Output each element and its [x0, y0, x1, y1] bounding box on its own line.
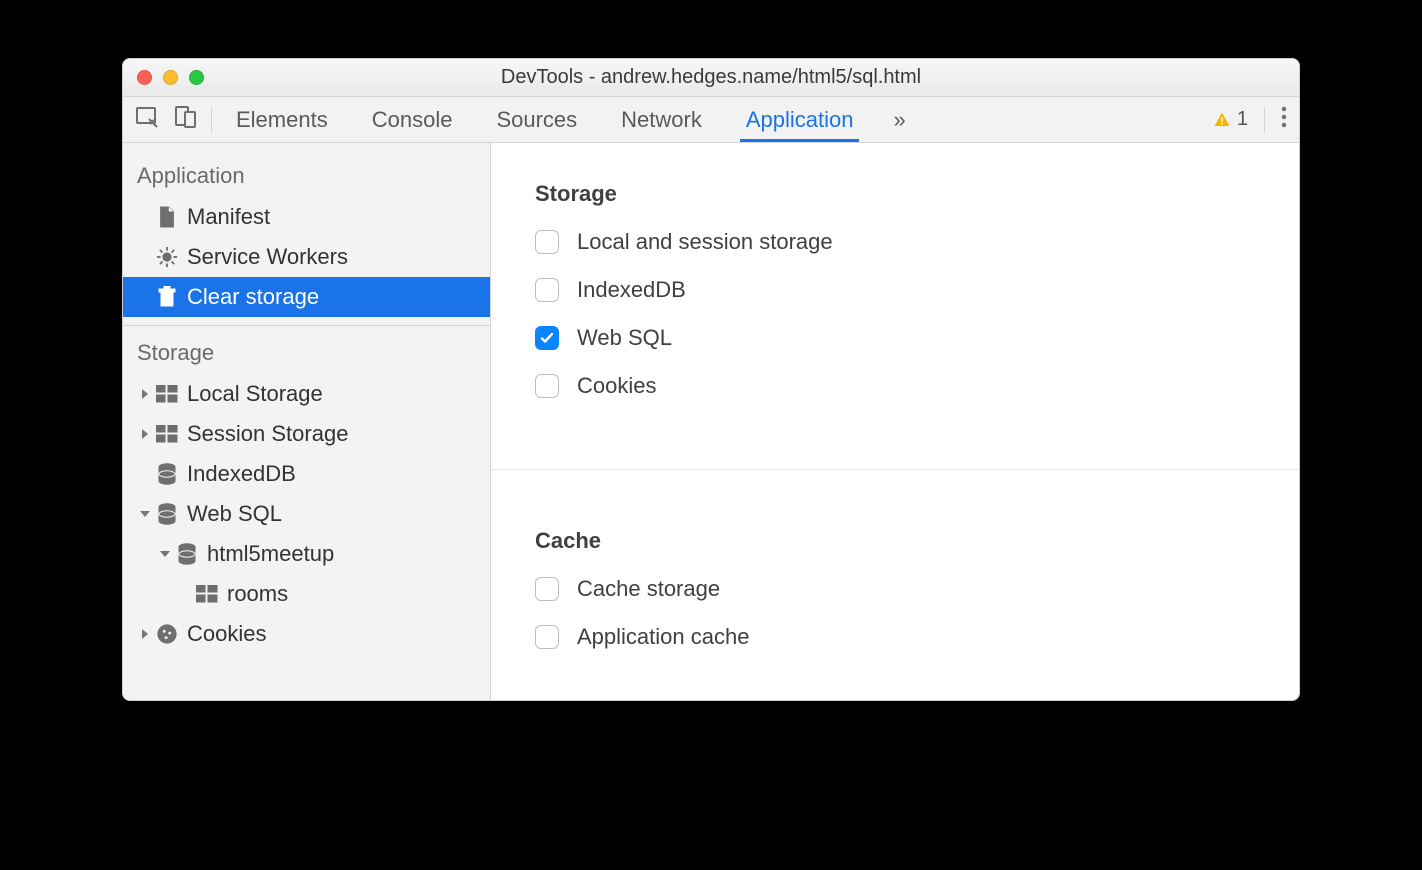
tab-application[interactable]: Application [746, 97, 854, 142]
check-cache-storage-label: Cache storage [577, 576, 720, 602]
device-toolbar-icon[interactable] [173, 105, 197, 135]
check-websql-row: Web SQL [535, 325, 1255, 351]
tree-item-label: IndexedDB [187, 461, 296, 487]
chevron-down-icon [137, 509, 153, 519]
tree-item-label: Web SQL [187, 501, 282, 527]
separator [1264, 107, 1265, 133]
chevron-right-icon [137, 429, 153, 439]
chevron-right-icon [137, 389, 153, 399]
tree-item-label: html5meetup [207, 541, 334, 567]
titlebar: DevTools - andrew.hedges.name/html5/sql.… [123, 59, 1299, 97]
check-indexeddb[interactable] [535, 278, 559, 302]
gear-icon [153, 246, 181, 268]
check-local-session-row: Local and session storage [535, 229, 1255, 255]
tree-item-label: Manifest [187, 204, 270, 230]
tab-elements[interactable]: Elements [236, 97, 328, 142]
tree-item-label: Service Workers [187, 244, 348, 270]
devtools-tabbar: Elements Console Sources Network Application… [123, 97, 1299, 143]
sidebar-item-rooms[interactable]: rooms [123, 574, 490, 614]
db-icon [153, 463, 181, 485]
check-cache-storage[interactable] [535, 577, 559, 601]
tabs-overflow-button[interactable]: » [893, 97, 905, 142]
tree-item-label: Session Storage [187, 421, 348, 447]
grid-icon [153, 425, 181, 443]
panel-heading-cache: Cache [535, 528, 1255, 554]
window-title: DevTools - andrew.hedges.name/html5/sql.… [123, 66, 1299, 89]
main-panel: Storage Local and session storage IndexedD… [491, 143, 1299, 700]
tree-item-label: Clear storage [187, 284, 319, 310]
chevron-right-icon [137, 629, 153, 639]
sidebar-item-cookies[interactable]: Cookies [123, 614, 490, 654]
traffic-lights [123, 70, 218, 85]
check-app-cache-row: Application cache [535, 624, 1255, 650]
sidebar-item-html5meetup[interactable]: html5meetup [123, 534, 490, 574]
check-cookies-label: Cookies [577, 373, 656, 399]
application-sidebar: Application Manifest Service Workers Clear … [123, 143, 491, 700]
check-cookies[interactable] [535, 374, 559, 398]
inspect-element-icon[interactable] [135, 105, 159, 135]
sidebar-section-application: Application [123, 157, 490, 197]
cookie-icon [153, 623, 181, 645]
tab-sources[interactable]: Sources [496, 97, 577, 142]
minimize-window-button[interactable] [163, 70, 178, 85]
panel-heading-storage: Storage [535, 181, 1255, 207]
tab-console[interactable]: Console [372, 97, 453, 142]
sidebar-item-service-workers[interactable]: Service Workers [123, 237, 490, 277]
grid-icon [153, 385, 181, 403]
zoom-window-button[interactable] [189, 70, 204, 85]
check-indexeddb-row: IndexedDB [535, 277, 1255, 303]
sidebar-item-web-sql[interactable]: Web SQL [123, 494, 490, 534]
sidebar-section-storage: Storage [123, 334, 490, 374]
separator [211, 107, 212, 133]
tree-item-label: rooms [227, 581, 288, 607]
check-cookies-row: Cookies [535, 373, 1255, 399]
check-indexeddb-label: IndexedDB [577, 277, 686, 303]
tree-item-label: Local Storage [187, 381, 323, 407]
warnings-badge[interactable]: 1 [1213, 108, 1248, 131]
sidebar-item-manifest[interactable]: Manifest [123, 197, 490, 237]
check-local-session[interactable] [535, 230, 559, 254]
sidebar-item-indexeddb[interactable]: IndexedDB [123, 454, 490, 494]
db-icon [153, 503, 181, 525]
sidebar-item-local-storage[interactable]: Local Storage [123, 374, 490, 414]
check-cache-storage-row: Cache storage [535, 576, 1255, 602]
db-icon [173, 543, 201, 565]
trash-icon [153, 286, 181, 308]
sidebar-item-session-storage[interactable]: Session Storage [123, 414, 490, 454]
file-icon [153, 206, 181, 228]
chevron-down-icon [157, 549, 173, 559]
tab-network[interactable]: Network [621, 97, 702, 142]
sidebar-item-clear-storage[interactable]: Clear storage [123, 277, 490, 317]
tree-item-label: Cookies [187, 621, 266, 647]
grid-icon [193, 585, 221, 603]
check-app-cache-label: Application cache [577, 624, 749, 650]
close-window-button[interactable] [137, 70, 152, 85]
check-websql[interactable] [535, 326, 559, 350]
warnings-count: 1 [1237, 108, 1248, 131]
check-local-session-label: Local and session storage [577, 229, 833, 255]
check-websql-label: Web SQL [577, 325, 672, 351]
devtools-window: DevTools - andrew.hedges.name/html5/sql.… [122, 58, 1300, 701]
kebab-menu-icon[interactable] [1281, 106, 1287, 134]
check-app-cache[interactable] [535, 625, 559, 649]
